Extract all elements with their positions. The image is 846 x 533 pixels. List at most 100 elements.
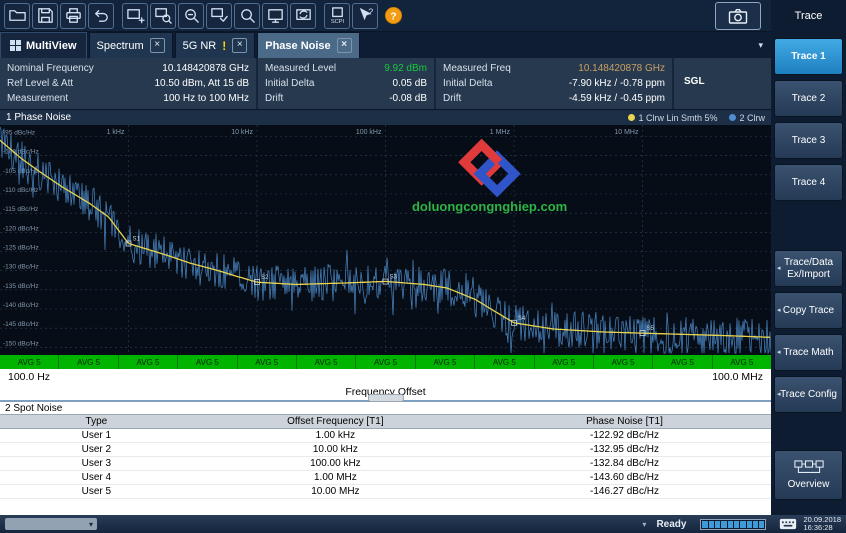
softkey-label: Trace/Data Ex/Import <box>778 257 839 281</box>
folder-open-icon[interactable] <box>4 3 30 29</box>
main-panel: MultiView Spectrum × 5G NR ! × Phase Noi… <box>0 32 771 515</box>
info-label: Measurement <box>7 91 68 106</box>
app-window: SCPI ? ? Trace MultiView Spectrum × 5G N… <box>0 0 846 533</box>
progress-segment <box>759 521 764 528</box>
tab-overflow-button[interactable]: ▾ <box>750 40 771 51</box>
x-tick-label: 100 kHz <box>356 129 382 136</box>
table-cell: 10.00 MHz <box>193 485 478 498</box>
softkey-trace-data-ex-import[interactable]: ◂Trace/Data Ex/Import <box>774 250 843 287</box>
table-row[interactable]: User 3100.00 kHz-132.84 dBc/Hz <box>0 457 771 471</box>
avg-segment: AVG 5 <box>238 355 297 369</box>
column-header[interactable]: Offset Frequency [T1] <box>193 415 478 428</box>
tab-spectrum[interactable]: Spectrum × <box>89 32 173 58</box>
table-cell: -122.92 dBc/Hz <box>478 429 771 442</box>
scpi-icon-label: SCPI <box>330 19 344 25</box>
softkey-label: Trace Math <box>783 347 833 359</box>
legend-label: 2 Clrw <box>739 113 765 123</box>
info-col-freq: Measured Freq10.148420878 GHz Initial De… <box>436 58 674 109</box>
undo-icon[interactable] <box>88 3 114 29</box>
info-value: 10.50 dBm, Att 15 dB <box>154 76 249 91</box>
screen-add-icon[interactable] <box>122 3 148 29</box>
progress-segment <box>734 521 739 528</box>
keyboard-icon[interactable] <box>778 518 798 530</box>
y-tick-label: -120 dBc/Hz <box>3 225 39 232</box>
camera-icon <box>728 7 748 25</box>
single-sweep-badge: SGL <box>674 58 705 109</box>
search-icon[interactable] <box>234 3 260 29</box>
softkey-copy-trace[interactable]: ◂Copy Trace <box>774 292 843 329</box>
softkey-trace-3[interactable]: Trace 3 <box>774 122 843 159</box>
chevron-down-icon: ▾ <box>89 520 93 529</box>
spot-marker-label: S2 <box>261 275 269 281</box>
softkey-trace-2[interactable]: Trace 2 <box>774 80 843 117</box>
help-icon[interactable]: ? <box>380 3 406 29</box>
y-tick-label: -135 dBc/Hz <box>3 283 39 290</box>
y-tick-label: -130 dBc/Hz <box>3 264 39 271</box>
pane-splitter-handle[interactable] <box>368 394 404 402</box>
x-tick-label: 10 MHz <box>614 129 639 136</box>
tab-label: 5G NR <box>183 40 217 52</box>
chart-title: 1 Phase Noise <box>6 112 71 123</box>
chevron-down-icon[interactable]: ▾ <box>642 520 646 529</box>
table-row[interactable]: User 210.00 kHz-132.95 dBc/Hz <box>0 443 771 457</box>
softkey-trace-config[interactable]: ◂Trace Config <box>774 376 843 413</box>
column-header[interactable]: Phase Noise [T1] <box>478 415 771 428</box>
status-dropdown[interactable]: ▾ <box>5 518 97 530</box>
sync-icon[interactable] <box>290 3 316 29</box>
avg-segment: AVG 5 <box>59 355 118 369</box>
info-label: Initial Delta <box>443 76 492 91</box>
tab-phase-noise[interactable]: Phase Noise × <box>257 32 359 58</box>
spot-noise-title: 2 Spot Noise <box>0 400 771 414</box>
table-row[interactable]: User 11.00 kHz-122.92 dBc/Hz <box>0 429 771 443</box>
scpi-icon[interactable]: SCPI <box>324 3 350 29</box>
zoom-check-icon[interactable] <box>206 3 232 29</box>
smoothed-trace <box>0 140 770 337</box>
softkey-trace-1[interactable]: Trace 1 <box>774 38 843 75</box>
measurement-info-panel: Nominal Frequency10.148420878 GHz Ref Le… <box>0 58 771 110</box>
softkey-trace-4[interactable]: Trace 4 <box>774 164 843 201</box>
close-icon[interactable]: × <box>150 38 165 53</box>
progress-segment <box>747 521 752 528</box>
avg-segment: AVG 5 <box>535 355 594 369</box>
y-tick-label: -95 dBc/Hz <box>3 130 35 137</box>
camera-button[interactable] <box>715 2 761 30</box>
table-cell: 100.00 kHz <box>193 457 478 470</box>
tab-5g-nr[interactable]: 5G NR ! × <box>175 32 256 58</box>
submenu-arrow-icon: ◂ <box>777 389 781 401</box>
progress-segment <box>740 521 745 528</box>
table-row[interactable]: User 41.00 MHz-143.60 dBc/Hz <box>0 471 771 485</box>
info-label: Measured Level <box>265 61 336 76</box>
avg-segment: AVG 5 <box>594 355 653 369</box>
table-cell: User 1 <box>0 429 193 442</box>
info-label: Ref Level & Att <box>7 76 73 91</box>
multiview-button[interactable]: MultiView <box>0 32 87 58</box>
avg-segment: AVG 5 <box>653 355 712 369</box>
help-cursor-icon[interactable]: ? <box>352 3 378 29</box>
avg-segment: AVG 5 <box>119 355 178 369</box>
info-col-settings: Nominal Frequency10.148420878 GHz Ref Le… <box>0 58 258 109</box>
close-icon[interactable]: × <box>337 38 352 53</box>
progress-segment <box>753 521 758 528</box>
save-icon[interactable] <box>32 3 58 29</box>
spot-noise-header-row: Type Offset Frequency [T1] Phase Noise [… <box>0 414 771 429</box>
legend-label: 1 Clrw Lin Smth 5% <box>638 113 717 123</box>
softkey-overview[interactable]: Overview <box>774 450 843 500</box>
multiview-label: MultiView <box>26 40 77 52</box>
column-header[interactable]: Type <box>0 415 193 428</box>
status-time: 16:36:28 <box>803 524 841 532</box>
overview-flow-icon <box>794 459 824 477</box>
datetime: 20.09.2018 16:36:28 <box>803 516 841 532</box>
info-label: Nominal Frequency <box>7 61 94 76</box>
warning-icon: ! <box>222 39 226 53</box>
phase-noise-plot[interactable]: -95 dBc/Hz-100 dBc/Hz-105 dBc/Hz-110 dBc… <box>0 125 771 355</box>
close-icon[interactable]: × <box>232 38 247 53</box>
print-icon[interactable] <box>60 3 86 29</box>
softkey-label: Overview <box>788 479 830 491</box>
table-row[interactable]: User 510.00 MHz-146.27 dBc/Hz <box>0 485 771 499</box>
zoom-window-icon[interactable] <box>150 3 176 29</box>
progress-segment <box>702 521 707 528</box>
softkey-trace-math[interactable]: ◂Trace Math <box>774 334 843 371</box>
table-cell: 10.00 kHz <box>193 443 478 456</box>
monitor-icon[interactable] <box>262 3 288 29</box>
zoom-out-icon[interactable] <box>178 3 204 29</box>
